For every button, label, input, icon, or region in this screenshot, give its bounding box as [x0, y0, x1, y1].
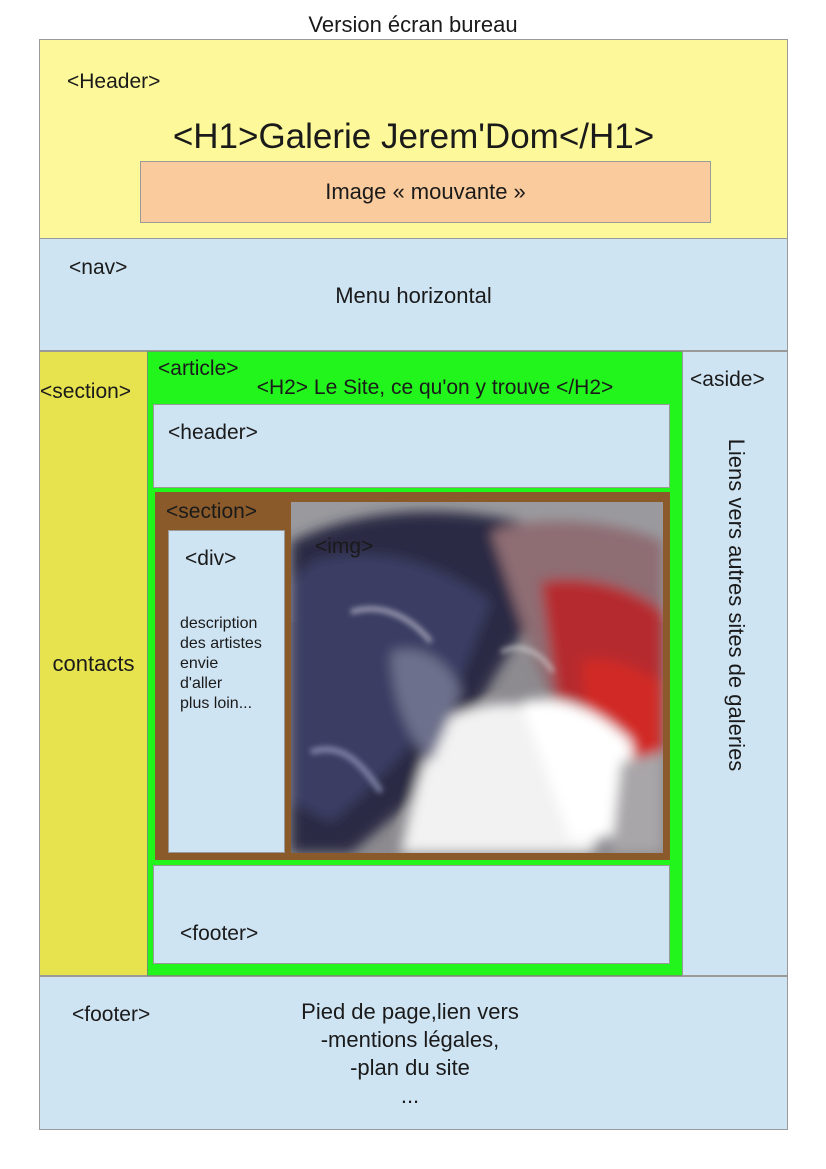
left-section-tag-label: <section> — [40, 380, 132, 403]
contacts-label: contacts — [52, 651, 135, 676]
aside-links-label: Liens vers autres sites de galeries — [724, 438, 749, 772]
inner-section-tag-label: <section> — [166, 500, 258, 523]
description-line: description — [180, 615, 258, 632]
footer-line: Pied de page,lien vers — [301, 999, 519, 1024]
aside-tag-label: <aside> — [690, 368, 765, 391]
inner-div-description: description des artistes envie d'aller p… — [180, 614, 262, 714]
h1-label: <H1>Galerie Jerem'Dom</H1> — [172, 117, 655, 156]
article-header-block — [153, 404, 670, 488]
footer-tag-label: <footer> — [72, 1003, 151, 1026]
article-footer-block — [153, 865, 670, 964]
inner-div-tag-label: <div> — [185, 547, 237, 570]
footer-line: -mentions légales, — [320, 1027, 500, 1052]
h2-label: <H2> Le Site, ce qu'on y trouve </H2> — [256, 376, 614, 399]
footer-line: -plan du site — [350, 1055, 470, 1080]
nav-menu-label: Menu horizontal — [335, 283, 492, 308]
header-tag-label: <Header> — [67, 70, 161, 93]
nav-tag-label: <nav> — [69, 256, 128, 279]
image-bar-label: Image « mouvante » — [325, 179, 526, 204]
description-line: envie — [180, 655, 219, 672]
description-line: des artistes — [180, 635, 262, 652]
description-line: d'aller — [180, 675, 223, 692]
article-footer-tag-label: <footer> — [180, 922, 259, 945]
footer-line: ... — [400, 1083, 420, 1108]
page-title: Version écran bureau — [308, 12, 518, 37]
img-tag-label: <img> — [315, 535, 374, 558]
description-line: plus loin... — [180, 695, 253, 712]
article-header-tag-label: <header> — [168, 421, 258, 444]
footer-text: Pied de page,lien vers -mentions légales… — [230, 998, 590, 1110]
